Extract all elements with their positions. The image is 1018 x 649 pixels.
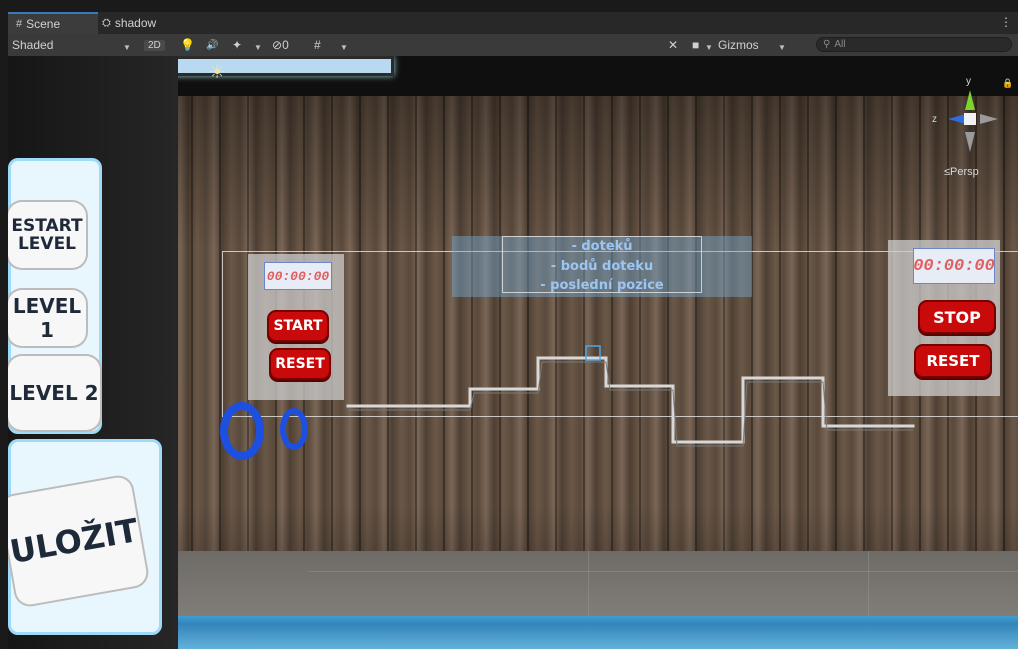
scene-viewport[interactable]: ☀ ESTART LEVEL LEVEL 1 LEVEL 2 ULOŽIT 00… bbox=[8, 56, 1018, 649]
scene-toolbar: Shaded ▼ 2D 💡 🔊 ✦ ▼ ⊘ 0 # ▼ ✕ ■ ▼ Gizmos… bbox=[8, 34, 1018, 57]
tab-scene[interactable]: # Scene bbox=[8, 12, 98, 34]
blue-ring-small[interactable] bbox=[280, 408, 308, 450]
y-axis-cone bbox=[965, 90, 975, 110]
path-segment bbox=[346, 356, 915, 444]
scene-search-input[interactable]: ⚲ All bbox=[816, 37, 1012, 52]
y-axis-cone-neg bbox=[965, 132, 975, 152]
toggle-2d-button[interactable]: 2D bbox=[144, 37, 165, 53]
search-icon: ⚲ bbox=[823, 39, 831, 50]
path-shadow bbox=[348, 361, 913, 447]
camera-dropdown-arrow-icon[interactable]: ▼ bbox=[705, 39, 713, 55]
gizmos-dropdown-arrow-icon[interactable]: ▼ bbox=[778, 39, 786, 55]
lock-icon[interactable]: 🔒 bbox=[1002, 78, 1013, 89]
effects-dropdown-arrow-icon[interactable]: ▼ bbox=[254, 39, 262, 55]
more-options-icon[interactable]: ⋮ bbox=[1000, 15, 1012, 29]
tab-shadow-label: shadow bbox=[114, 16, 157, 30]
shading-mode-label: Shaded bbox=[12, 38, 54, 52]
tab-scene-label: Scene bbox=[26, 17, 61, 31]
effects-toggle-icon[interactable]: ✦ bbox=[232, 37, 242, 53]
gizmo-y-label: y bbox=[966, 76, 971, 87]
shading-dropdown-arrow-icon[interactable]: ▼ bbox=[123, 39, 131, 55]
grid-toggle-icon[interactable]: # bbox=[314, 37, 321, 53]
blue-ring-large[interactable] bbox=[220, 402, 264, 460]
search-placeholder: All bbox=[834, 39, 846, 50]
hidden-objects-icon: ⊘ bbox=[272, 38, 283, 52]
grid-dropdown-arrow-icon[interactable]: ▼ bbox=[340, 39, 348, 55]
shadow-tab-icon: ⛭ bbox=[102, 16, 111, 29]
tab-bar: # Scene ⛭ shadow ⋮ bbox=[8, 12, 1018, 35]
gizmo-z-label: z bbox=[932, 114, 937, 125]
shading-mode-dropdown[interactable]: Shaded bbox=[12, 37, 53, 53]
projection-label: Persp bbox=[950, 166, 979, 178]
toggle-2d-label: 2D bbox=[144, 39, 165, 51]
lighting-toggle-icon[interactable]: 💡 bbox=[180, 37, 195, 53]
z-axis-cone bbox=[948, 114, 966, 124]
x-axis-cone-neg bbox=[980, 114, 998, 124]
scene-grid-icon: # bbox=[16, 18, 23, 30]
hidden-objects-count: 0 bbox=[282, 38, 289, 52]
projection-toggle[interactable]: ≤Persp bbox=[944, 166, 979, 178]
metal-path bbox=[346, 345, 915, 447]
tab-shadow[interactable]: ⛭ shadow bbox=[98, 12, 156, 34]
scene-view-window: # Scene ⛭ shadow ⋮ Shaded ▼ 2D 💡 🔊 ✦ ▼ ⊘… bbox=[8, 12, 1018, 649]
scene-visibility-toggle[interactable]: ⊘ 0 bbox=[272, 37, 289, 53]
camera-icon[interactable]: ■ bbox=[692, 37, 699, 53]
gizmos-label: Gizmos bbox=[718, 38, 759, 52]
audio-toggle-icon[interactable]: 🔊 bbox=[206, 37, 218, 53]
gizmos-button[interactable]: Gizmos bbox=[718, 37, 759, 53]
gizmo-center-cube bbox=[964, 113, 976, 125]
tools-icon[interactable]: ✕ bbox=[668, 37, 678, 53]
